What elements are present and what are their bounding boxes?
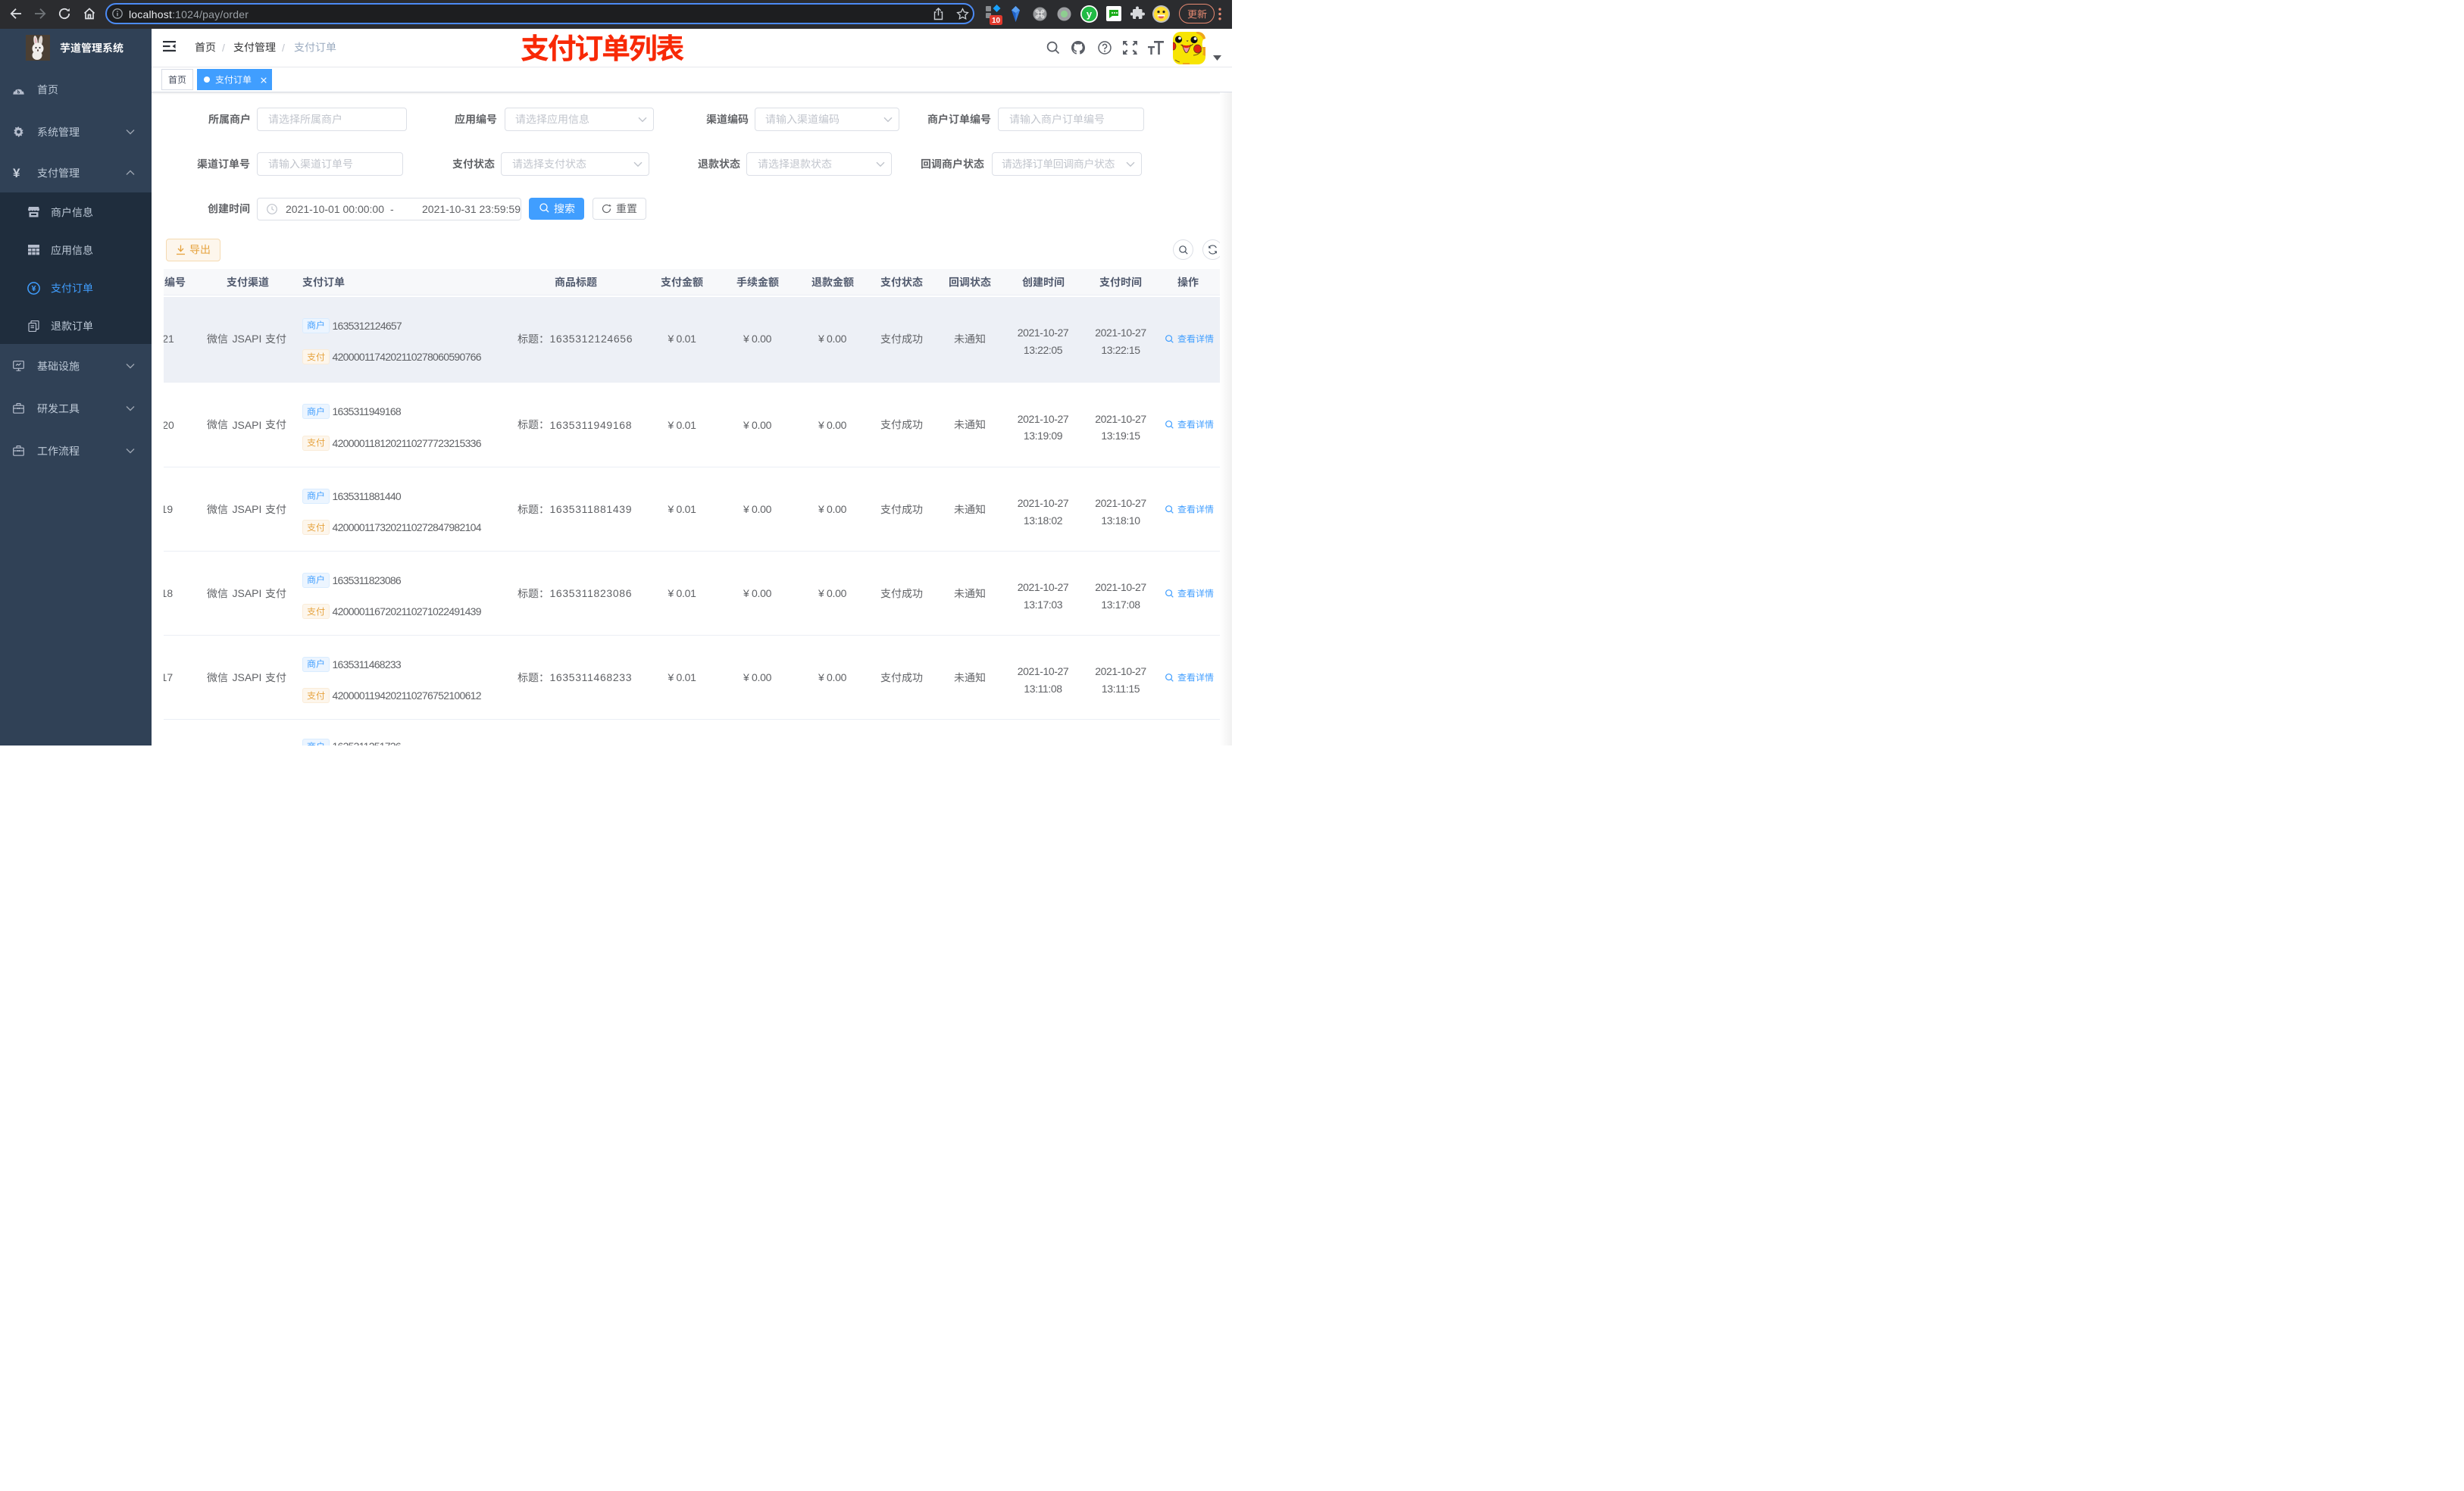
svg-text:¥: ¥ [32,284,36,293]
